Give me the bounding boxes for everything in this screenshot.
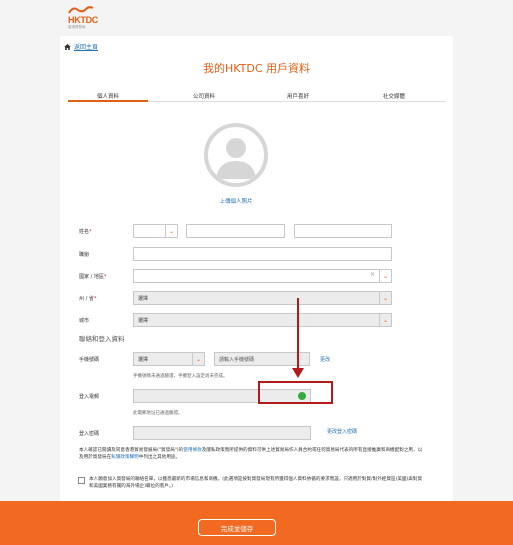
job-title-input[interactable] xyxy=(133,247,392,261)
country-select[interactable]: × ⌄ xyxy=(133,269,392,283)
change-mobile-link[interactable]: 更改 xyxy=(320,356,330,363)
logo-text: HKTDC xyxy=(68,15,98,25)
chevron-down-icon: ⌄ xyxy=(379,270,391,282)
consent-row: 本人願意加入貿發局的聯絡名單，以獲悉最新的市場信息和商機。(此選項是按對貿發局現… xyxy=(78,476,424,491)
mobile-hint: 手機號碼未通過驗證，手機登入設定尚未完成。 xyxy=(133,374,228,379)
city-select[interactable]: 選擇 ⌄ xyxy=(133,313,392,327)
privacy-text-1: 本人確認已閱讀及同意香港貿易發展局("貿發局")的 xyxy=(79,448,184,453)
change-password-link[interactable]: 更改登入密碼 xyxy=(327,428,357,435)
home-icon xyxy=(64,43,71,50)
chevron-down-icon: ⌄ xyxy=(165,225,177,237)
page-title: 我的HKTDC 用戶資料 xyxy=(203,62,310,75)
logo-subtext: 香港貿發局 xyxy=(68,25,86,29)
avatar[interactable] xyxy=(204,123,268,187)
upload-photo-link[interactable]: 上傳個人照片 xyxy=(60,197,412,205)
privacy-statement: 本人確認已閱讀及同意香港貿易發展局("貿發局")的使用條款及隱私政策而所提供的資… xyxy=(79,447,424,462)
chevron-down-icon: ⌄ xyxy=(379,292,391,304)
mobile-country-code-select[interactable]: 選擇 ⌄ xyxy=(133,352,205,366)
email-hint: 此電郵地址已通過驗證。 xyxy=(133,411,183,416)
mobile-placeholder: 請輸入手機號碼 xyxy=(219,356,255,363)
last-name-input[interactable] xyxy=(294,224,392,238)
consent-checkbox[interactable] xyxy=(78,477,85,484)
password-label: 登入密碼 xyxy=(79,431,100,437)
mobile-code-value: 選擇 xyxy=(138,356,149,363)
tab-user-preferences[interactable]: 用戶喜好 xyxy=(258,92,338,100)
city-label: 城市 xyxy=(79,318,90,324)
tab-company-info[interactable]: 公司資料 xyxy=(164,92,244,100)
profile-page: 返回主頁 我的HKTDC 用戶資料 個人資料 公司資料 用戶喜好 社交媒體 上傳… xyxy=(60,36,453,501)
country-label: 國家 / 地區* xyxy=(79,274,107,280)
salutation-select[interactable]: ⌄ xyxy=(133,224,178,238)
back-to-home-link[interactable]: 返回主頁 xyxy=(74,42,98,51)
clear-icon[interactable]: × xyxy=(370,271,375,278)
consent-text: 本人願意加入貿發局的聯絡名單，以獲悉最新的市場信息和商機。(此選項是按對貿發局現… xyxy=(89,477,423,490)
city-value: 選擇 xyxy=(138,317,149,324)
tab-social-media[interactable]: 社交媒體 xyxy=(354,92,434,100)
chevron-down-icon: ⌄ xyxy=(192,353,204,365)
province-select[interactable]: 選擇 ⌄ xyxy=(133,291,392,305)
privacy-text-3: 中列出之其他用途。 xyxy=(138,455,181,461)
first-name-input[interactable] xyxy=(186,224,285,238)
mobile-label: 手機號碼 xyxy=(79,357,100,363)
mobile-number-input[interactable]: 請輸入手機號碼 xyxy=(214,352,310,366)
privacy-policy-link[interactable]: 私隱政策聲明 xyxy=(111,455,139,460)
chevron-down-icon: ⌄ xyxy=(379,314,391,326)
annotation-arrow-line xyxy=(297,298,299,371)
site-header: HKTDC 香港貿發局 xyxy=(0,0,513,36)
annotation-arrow-head-icon xyxy=(292,368,304,378)
name-label: 姓名* xyxy=(79,229,92,235)
terms-of-use-link[interactable]: 使用條款 xyxy=(183,448,201,453)
annotation-highlight-box xyxy=(258,381,333,404)
province-label: 州 / 省* xyxy=(79,296,97,302)
profile-tabs: 個人資料 公司資料 用戶喜好 社交媒體 xyxy=(68,90,445,102)
hktdc-logo[interactable]: HKTDC 香港貿發局 xyxy=(68,6,98,30)
user-silhouette-icon xyxy=(216,138,256,179)
save-and-complete-button[interactable]: 完成並儲存 xyxy=(198,519,276,536)
logo-mark-icon xyxy=(68,6,94,14)
breadcrumb: 返回主頁 xyxy=(64,42,98,51)
job-title-label: 職銜 xyxy=(79,252,90,258)
login-password-input[interactable] xyxy=(133,426,311,440)
section-login-info: 聯絡和登入資料 xyxy=(79,335,125,343)
province-value: 選擇 xyxy=(138,295,149,302)
tab-personal-info[interactable]: 個人資料 xyxy=(68,92,148,102)
email-label: 登入電郵 xyxy=(79,394,100,400)
